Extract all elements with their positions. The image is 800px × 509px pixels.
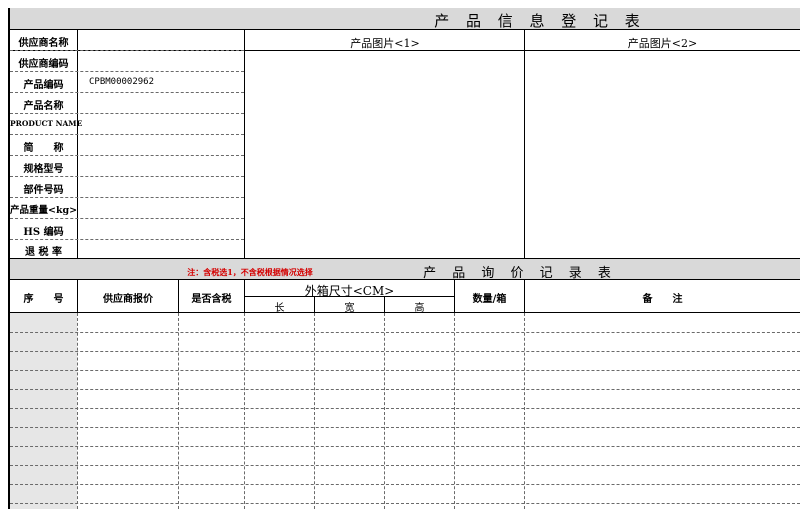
- product-info-title: 产 品 信 息 登 记 表: [434, 12, 646, 30]
- col-header-seq: 序 号: [23, 294, 64, 305]
- field-label: PRODUCT NAME: [10, 119, 83, 128]
- field-label: HS 编码: [23, 227, 64, 238]
- field-label: 供应商编码: [18, 59, 69, 70]
- picture-1-header: 产品图片<1>: [350, 37, 420, 50]
- col-header-width: 宽: [344, 303, 355, 314]
- table-row[interactable]: [10, 371, 800, 389]
- col-header-length: 长: [274, 303, 285, 314]
- table-row[interactable]: [10, 352, 800, 370]
- table-row[interactable]: [10, 409, 800, 427]
- table-row[interactable]: [10, 447, 800, 465]
- spreadsheet: 产 品 信 息 登 记 表 产品图片<1> 产品图片<2> 供应商名称 供应商编…: [0, 0, 800, 509]
- field-label: 部件号码: [23, 185, 64, 196]
- product-code-value[interactable]: CPBM00002962: [89, 77, 239, 87]
- table-row[interactable]: [10, 313, 800, 332]
- field-label: 退 税 率: [25, 247, 62, 258]
- tax-note: 注：含税选1，不含税根据情况选择: [187, 267, 313, 277]
- product-picture-1[interactable]: [245, 51, 524, 258]
- table-row[interactable]: [10, 390, 800, 408]
- field-label: 规格型号: [23, 164, 64, 175]
- table-row[interactable]: [10, 466, 800, 484]
- col-header-height: 高: [414, 303, 425, 314]
- table-row[interactable]: [10, 333, 800, 351]
- table-row[interactable]: [10, 485, 800, 503]
- col-header-qty-per-carton: 数量/箱: [472, 294, 507, 305]
- col-header-supplier-price: 供应商报价: [103, 294, 153, 305]
- product-picture-2[interactable]: [525, 51, 800, 258]
- field-label: 供应商名称: [18, 38, 69, 49]
- col-header-tax-included: 是否含税: [191, 294, 232, 305]
- col-header-remarks: 备 注: [642, 294, 683, 305]
- field-label: 产品名称: [23, 101, 64, 112]
- field-label: 简 称: [23, 143, 64, 154]
- picture-2-header: 产品图片<2>: [627, 37, 698, 50]
- field-label: 产品编码: [23, 80, 64, 91]
- field-label: 产品重量<kg>: [10, 205, 78, 216]
- table-row[interactable]: [10, 428, 800, 446]
